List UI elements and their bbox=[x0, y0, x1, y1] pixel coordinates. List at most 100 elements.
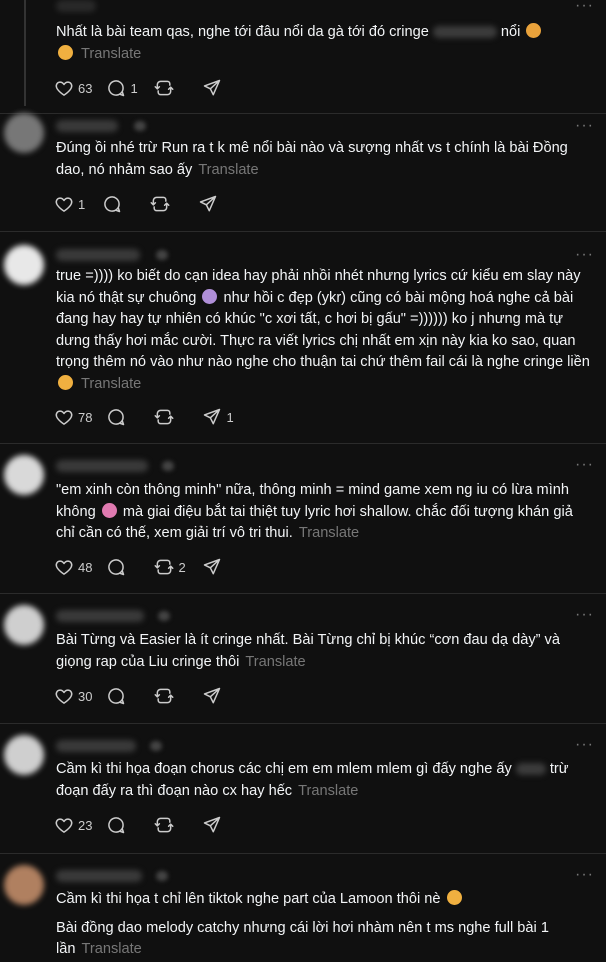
more-icon[interactable]: ··· bbox=[575, 737, 594, 753]
share-button[interactable] bbox=[202, 815, 236, 835]
repost-button[interactable] bbox=[150, 194, 184, 214]
comment-icon bbox=[106, 557, 126, 577]
reply-button[interactable] bbox=[106, 557, 140, 577]
like-button[interactable]: 48 bbox=[54, 557, 92, 577]
comment-icon bbox=[106, 78, 126, 98]
post-text: Đúng ồi nhé trừ Run ra t k mê nổi bài nà… bbox=[56, 140, 568, 178]
repost-button[interactable] bbox=[154, 815, 188, 835]
like-button[interactable]: 23 bbox=[54, 815, 92, 835]
share-icon bbox=[202, 557, 222, 577]
repost-icon bbox=[154, 686, 174, 706]
share-icon bbox=[202, 407, 222, 427]
timestamp-blurred bbox=[134, 121, 146, 131]
like-button[interactable]: 30 bbox=[54, 686, 92, 706]
heart-icon bbox=[54, 78, 74, 98]
post-actions: 63 1 bbox=[54, 77, 250, 99]
avatar[interactable] bbox=[4, 735, 44, 775]
share-icon bbox=[202, 686, 222, 706]
more-icon[interactable]: ··· bbox=[575, 0, 594, 14]
share-button[interactable] bbox=[198, 194, 232, 214]
reply-button[interactable]: 1 bbox=[106, 78, 140, 98]
repost-icon bbox=[154, 407, 174, 427]
emoji-icon bbox=[58, 44, 73, 60]
username-blurred[interactable] bbox=[56, 460, 148, 472]
repost-button[interactable]: 2 bbox=[154, 557, 188, 577]
heart-icon bbox=[54, 815, 74, 835]
username-blurred[interactable] bbox=[56, 120, 118, 132]
comment-icon bbox=[106, 815, 126, 835]
post-actions: 78 1 bbox=[54, 406, 250, 428]
username-blurred[interactable] bbox=[56, 249, 140, 261]
reply-button[interactable] bbox=[106, 407, 140, 427]
more-icon[interactable]: ··· bbox=[575, 607, 594, 623]
post-3: ··· "em xinh còn thông minh" nữa, thông … bbox=[0, 443, 606, 593]
repost-button[interactable] bbox=[154, 78, 188, 98]
post-text: Bài Từng và Easier là ít cringe nhất. Bà… bbox=[56, 632, 560, 670]
timestamp-blurred bbox=[158, 611, 170, 621]
share-icon bbox=[202, 815, 222, 835]
more-icon[interactable]: ··· bbox=[575, 118, 594, 134]
avatar[interactable] bbox=[4, 113, 44, 153]
reply-button[interactable] bbox=[106, 686, 140, 706]
post-text: Nhất là bài team qas, nghe tới đâu nổi d… bbox=[56, 22, 592, 65]
username-blurred[interactable] bbox=[56, 610, 144, 622]
avatar[interactable] bbox=[4, 245, 44, 285]
heart-icon bbox=[54, 557, 74, 577]
repost-icon bbox=[154, 78, 174, 98]
repost-button[interactable] bbox=[154, 407, 188, 427]
username-blurred[interactable] bbox=[56, 740, 136, 752]
timestamp-blurred bbox=[156, 250, 168, 260]
share-button[interactable] bbox=[202, 78, 236, 98]
translate-link[interactable]: Translate bbox=[81, 46, 141, 62]
blurred-word bbox=[432, 26, 497, 39]
more-icon[interactable]: ··· bbox=[575, 867, 594, 883]
post-2: ··· true =)))) ko biết do cạn idea hay p… bbox=[0, 231, 606, 443]
post-5: ··· Cầm kì thi họa đoạn chorus các chị e… bbox=[0, 723, 606, 853]
translate-link[interactable]: Translate bbox=[299, 525, 359, 541]
more-icon[interactable]: ··· bbox=[575, 247, 594, 263]
comment-icon bbox=[106, 686, 126, 706]
share-button[interactable]: 1 bbox=[202, 407, 236, 427]
post-actions: 30 bbox=[54, 685, 250, 707]
avatar[interactable] bbox=[4, 455, 44, 495]
avatar[interactable] bbox=[4, 605, 44, 645]
translate-link[interactable]: Translate bbox=[298, 783, 358, 799]
repost-button[interactable] bbox=[154, 686, 188, 706]
translate-link[interactable]: Translate bbox=[198, 162, 258, 178]
translate-link[interactable]: Translate bbox=[81, 941, 141, 957]
post-4: ··· Bài Từng và Easier là ít cringe nhất… bbox=[0, 593, 606, 723]
like-button[interactable]: 78 bbox=[54, 407, 92, 427]
reply-button[interactable] bbox=[106, 815, 140, 835]
post-actions: 48 2 bbox=[54, 556, 250, 578]
translate-link[interactable]: Translate bbox=[245, 654, 305, 670]
like-button[interactable]: 63 bbox=[54, 78, 92, 98]
reply-button[interactable] bbox=[102, 194, 136, 214]
share-button[interactable] bbox=[202, 557, 236, 577]
emoji-icon bbox=[202, 288, 218, 304]
avatar[interactable] bbox=[4, 865, 44, 905]
emoji-icon bbox=[101, 502, 117, 518]
thread-line bbox=[24, 0, 26, 106]
post-0: ··· Nhất là bài team qas, nghe tới đâu n… bbox=[0, 0, 606, 118]
post-actions: 23 bbox=[54, 814, 250, 836]
like-button[interactable]: 1 bbox=[54, 194, 88, 214]
timestamp-blurred bbox=[156, 871, 168, 881]
comment-icon bbox=[106, 407, 126, 427]
translate-link[interactable]: Translate bbox=[81, 376, 141, 392]
username-blurred bbox=[56, 0, 96, 12]
heart-icon bbox=[54, 407, 74, 427]
timestamp-blurred bbox=[150, 741, 162, 751]
share-button[interactable] bbox=[202, 686, 236, 706]
emoji-icon bbox=[526, 23, 542, 38]
repost-icon bbox=[154, 815, 174, 835]
post-actions: 1 bbox=[54, 193, 246, 215]
share-icon bbox=[202, 78, 222, 98]
post-text: "em xinh còn thông minh" nữa, thông minh… bbox=[56, 482, 573, 542]
username-blurred[interactable] bbox=[56, 870, 142, 882]
emoji-icon bbox=[58, 374, 73, 390]
emoji-icon bbox=[446, 890, 462, 905]
post-text: true =)))) ko biết do cạn idea hay phải … bbox=[56, 268, 590, 392]
post-text: Cầm kì thi họa t chỉ lên tiktok nghe par… bbox=[56, 890, 549, 958]
more-icon[interactable]: ··· bbox=[575, 457, 594, 473]
post-1: ··· Đúng ồi nhé trừ Run ra t k mê nổi bà… bbox=[0, 113, 606, 231]
